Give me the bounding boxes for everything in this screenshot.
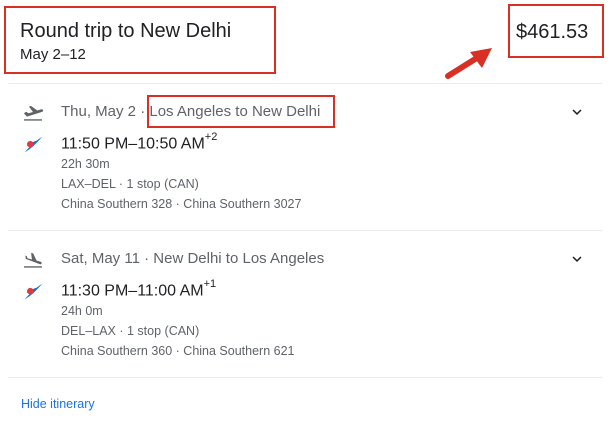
leg-stops: DEL–LAX · 1 stop (CAN) xyxy=(61,324,200,338)
divider xyxy=(8,377,602,378)
chevron-down-icon[interactable] xyxy=(568,250,586,268)
chevron-down-icon[interactable] xyxy=(568,103,586,121)
leg-date: Sat, May 11 xyxy=(61,250,140,267)
leg-time-range: 11:50 PM–10:50 AM xyxy=(61,135,205,153)
trip-price: $461.53 xyxy=(516,21,589,43)
leg-separator: · xyxy=(139,250,154,267)
leg-stops: LAX–DEL · 1 stop (CAN) xyxy=(61,177,199,191)
day-offset: +1 xyxy=(203,278,217,290)
china-southern-logo-icon xyxy=(24,136,43,153)
leg-time-range: 11:30 PM–11:00 AM xyxy=(61,282,204,300)
divider xyxy=(8,230,602,231)
leg-flights: China Southern 328 · China Southern 3027 xyxy=(61,197,302,211)
leg-duration: 24h 0m xyxy=(61,304,103,318)
leg-times: 11:50 PM–10:50 AM+2 xyxy=(61,131,218,153)
leg-times: 11:30 PM–11:00 AM+1 xyxy=(61,278,217,300)
divider xyxy=(8,83,602,84)
flight-takeoff-icon xyxy=(24,105,44,121)
leg-date-route: Sat, May 11 · New Delhi to Los Angeles xyxy=(61,250,324,267)
flight-land-icon xyxy=(24,252,42,268)
trip-header: Round trip to New Delhi May 2–12 $461.53 xyxy=(0,0,610,83)
red-arrow-annotation xyxy=(445,48,492,79)
trip-title: Round trip to New Delhi xyxy=(20,20,232,42)
hide-itinerary-link[interactable]: Hide itinerary xyxy=(21,397,95,411)
china-southern-logo-icon xyxy=(24,283,43,300)
leg-duration: 22h 30m xyxy=(61,157,110,171)
leg-flights: China Southern 360 · China Southern 621 xyxy=(61,344,295,358)
leg-date: Thu, May 2 xyxy=(61,103,137,120)
route-highlight-box xyxy=(147,95,335,128)
trip-dates: May 2–12 xyxy=(20,46,86,63)
leg-route: New Delhi to Los Angeles xyxy=(153,250,325,267)
day-offset: +2 xyxy=(204,131,218,143)
